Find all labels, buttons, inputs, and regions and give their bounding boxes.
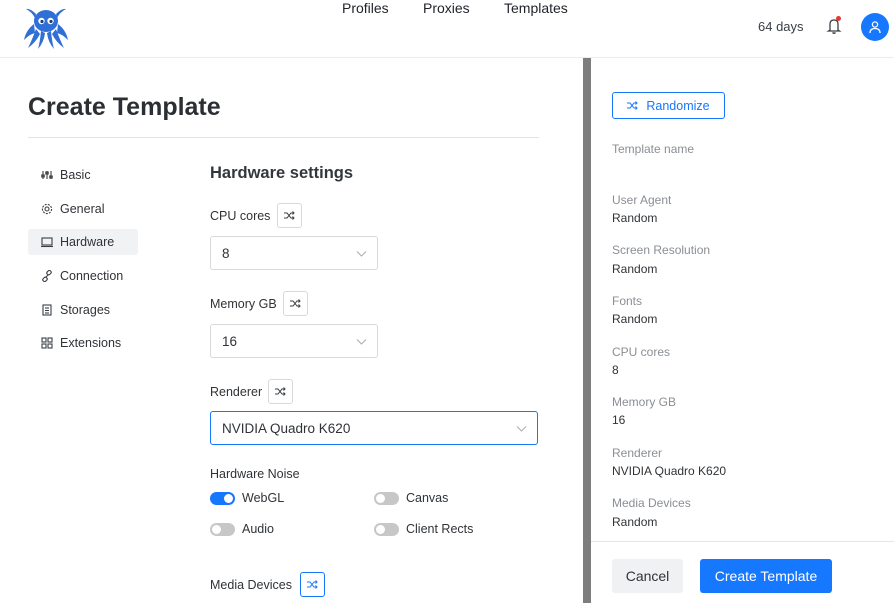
- toggle-switch[interactable]: [374, 522, 399, 536]
- toggle-label: Audio: [242, 522, 274, 536]
- chevron-down-icon: [516, 426, 527, 432]
- chevron-down-icon: [356, 251, 367, 257]
- canvas-noise-toggle[interactable]: Canvas: [374, 491, 448, 505]
- toggle-label: Canvas: [406, 491, 449, 505]
- renderer-select[interactable]: NVIDIA Quadro K620: [210, 411, 538, 445]
- summary-screen-resolution-label: Screen Resolution: [612, 243, 711, 257]
- summary-screen-resolution-value: Random: [612, 262, 658, 276]
- top-navigation-bar: Profiles Proxies Templates 64 days: [0, 0, 894, 58]
- chevron-down-icon: [356, 339, 367, 345]
- subscription-days-remaining: 64 days: [758, 19, 804, 34]
- shuffle-icon: [290, 299, 301, 308]
- randomize-button[interactable]: Randomize: [612, 92, 725, 119]
- sidebar-item-basic[interactable]: Basic: [28, 162, 138, 188]
- memory-gb-select[interactable]: 16: [210, 324, 378, 358]
- notification-dot: [836, 16, 841, 21]
- section-title: Hardware settings: [210, 164, 354, 182]
- cpu-cores-value: 8: [222, 245, 230, 261]
- sidebar-item-hardware[interactable]: Hardware: [28, 229, 138, 255]
- memory-gb-value: 16: [222, 333, 238, 349]
- renderer-label: Renderer: [210, 385, 263, 399]
- cpu-cores-select[interactable]: 8: [210, 236, 378, 270]
- sidebar-item-label: Storages: [60, 303, 111, 317]
- summary-user-agent-label: User Agent: [612, 193, 672, 207]
- summary-memory-gb-value: 16: [612, 413, 626, 427]
- sidebar-item-label: Hardware: [60, 235, 115, 249]
- summary-fonts-value: Random: [612, 312, 658, 326]
- nav-proxies[interactable]: Proxies: [423, 0, 470, 16]
- webgl-noise-toggle[interactable]: WebGL: [210, 491, 284, 505]
- client-rects-noise-toggle[interactable]: Client Rects: [374, 522, 473, 536]
- summary-cpu-cores-value: 8: [612, 363, 619, 377]
- link-icon: [41, 270, 53, 282]
- sidebar-item-label: General: [60, 202, 105, 216]
- laptop-icon: [41, 236, 53, 248]
- shuffle-icon: [307, 580, 318, 589]
- footer-divider: [591, 541, 894, 542]
- toggle-switch[interactable]: [210, 522, 235, 536]
- sliders-icon: [41, 169, 53, 181]
- storage-icon: [41, 304, 53, 316]
- cpu-cores-randomize-button[interactable]: [277, 203, 302, 228]
- memory-gb-randomize-button[interactable]: [283, 291, 308, 316]
- grid-icon: [41, 337, 53, 349]
- toggle-switch[interactable]: [210, 491, 235, 505]
- summary-user-agent-value: Random: [612, 211, 658, 225]
- toggle-label: Client Rects: [406, 522, 474, 536]
- sidebar-item-label: Basic: [60, 168, 91, 182]
- sidebar-item-label: Extensions: [60, 336, 122, 350]
- summary-fonts-label: Fonts: [612, 294, 643, 308]
- toggle-label: WebGL: [242, 491, 285, 505]
- media-devices-label: Media Devices: [210, 578, 292, 592]
- nav-templates[interactable]: Templates: [504, 0, 568, 16]
- memory-gb-label: Memory GB: [210, 297, 277, 311]
- media-devices-randomize-button[interactable]: [300, 572, 325, 597]
- sidebar-item-general[interactable]: General: [28, 196, 138, 222]
- summary-renderer-label: Renderer: [612, 446, 663, 460]
- toggle-switch[interactable]: [374, 491, 399, 505]
- audio-noise-toggle[interactable]: Audio: [210, 522, 274, 536]
- sidebar-item-label: Connection: [60, 269, 124, 283]
- renderer-value: NVIDIA Quadro K620: [222, 420, 351, 436]
- title-divider: [28, 137, 539, 138]
- sidebar-item-connection[interactable]: Connection: [28, 263, 138, 289]
- summary-memory-gb-label: Memory GB: [612, 395, 677, 409]
- cpu-cores-label: CPU cores: [210, 209, 271, 223]
- renderer-randomize-button[interactable]: [268, 379, 293, 404]
- panel-scrollbar[interactable]: [583, 58, 591, 603]
- template-name-label: Template name: [612, 142, 695, 156]
- shuffle-icon: [284, 211, 295, 220]
- shuffle-icon: [627, 101, 639, 110]
- randomize-label: Randomize: [646, 98, 710, 113]
- summary-renderer-value: NVIDIA Quadro K620: [612, 464, 727, 478]
- page-title: Create Template: [28, 93, 221, 121]
- summary-cpu-cores-label: CPU cores: [612, 345, 671, 359]
- cancel-button[interactable]: Cancel: [612, 559, 683, 593]
- summary-media-devices-label: Media Devices: [612, 496, 691, 510]
- sidebar-item-extensions[interactable]: Extensions: [28, 330, 138, 356]
- sidebar-item-storages[interactable]: Storages: [28, 297, 138, 323]
- nav-profiles[interactable]: Profiles: [342, 0, 389, 16]
- hardware-noise-label: Hardware Noise: [210, 467, 300, 481]
- octopus-logo-icon[interactable]: [22, 4, 70, 50]
- user-icon: [869, 21, 881, 34]
- summary-media-devices-value: Random: [612, 515, 658, 529]
- user-avatar-button[interactable]: [861, 13, 889, 41]
- shuffle-icon: [275, 387, 286, 396]
- gear-icon: [41, 203, 53, 215]
- create-template-button[interactable]: Create Template: [700, 559, 832, 593]
